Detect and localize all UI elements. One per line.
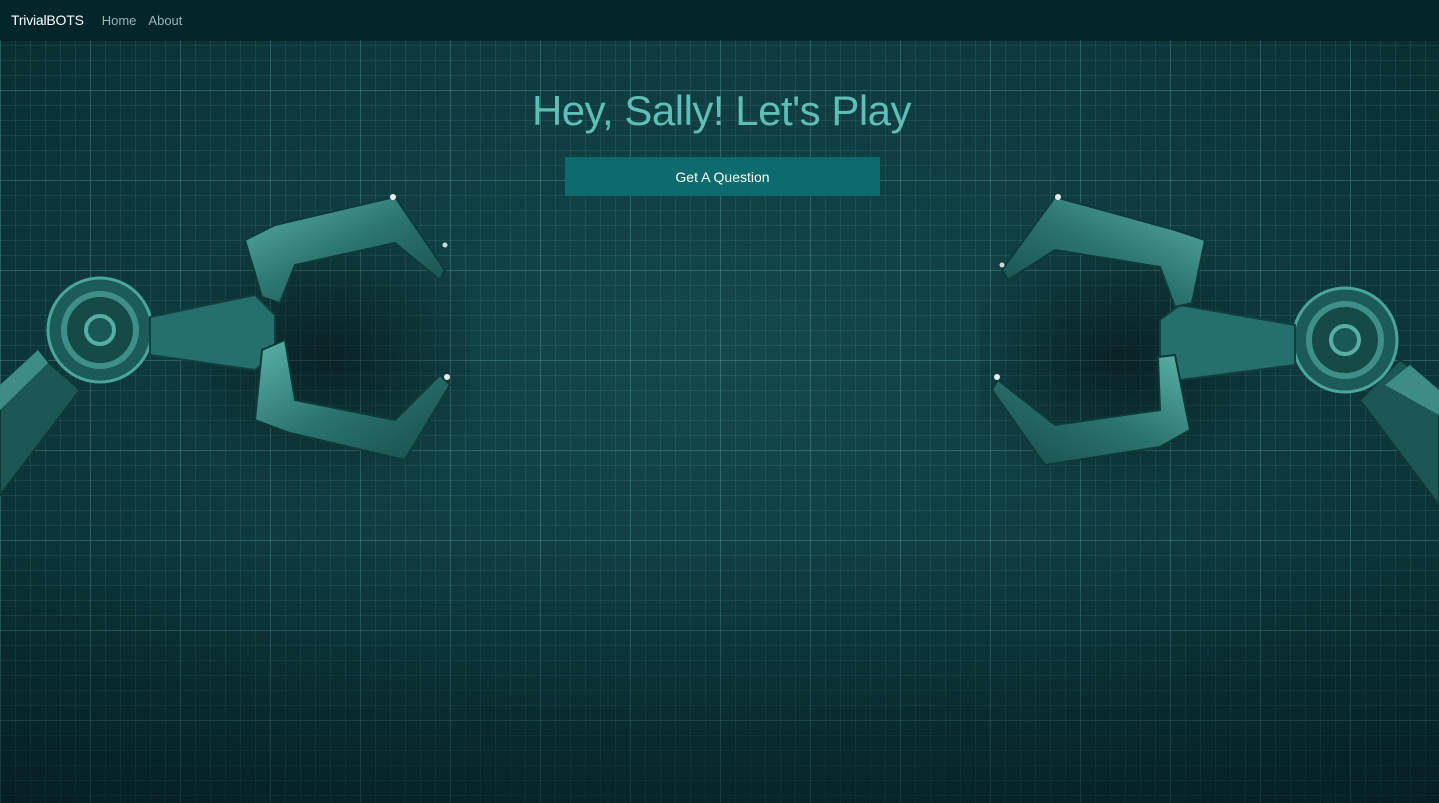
robot-claw-right-illustration	[980, 194, 1439, 507]
get-question-button[interactable]: Get A Question	[565, 157, 880, 196]
navbar: TrivialBOTS Home About	[0, 0, 1439, 40]
nav-link-about[interactable]: About	[148, 13, 182, 28]
page-background: TrivialBOTS Home About Hey, Sally! Let's…	[0, 0, 1439, 803]
brand-link[interactable]: TrivialBOTS	[11, 12, 84, 28]
page-title: Hey, Sally! Let's Play	[531, 87, 912, 134]
robot-claw-left-illustration	[0, 194, 470, 497]
nav-link-home[interactable]: Home	[102, 13, 137, 28]
